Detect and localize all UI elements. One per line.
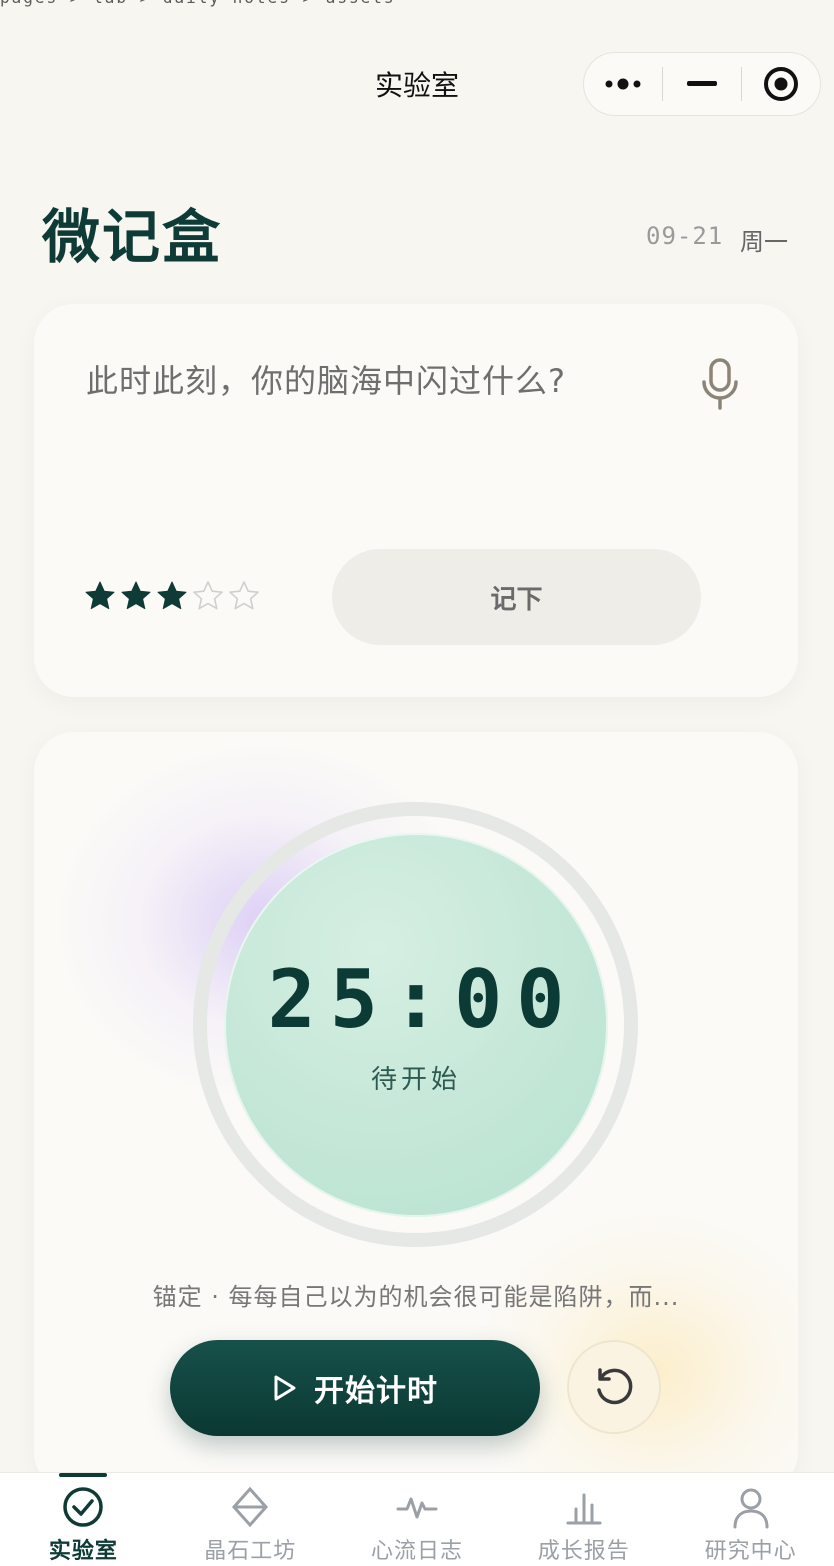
timer-status: 待开始 — [370, 1065, 461, 1095]
note-input[interactable]: 此时此刻，你的脑海中闪过什么? — [86, 356, 566, 402]
timer-quote: 锚定 · 每每自己以为的机会很可能是陷阱，而... — [152, 1283, 680, 1311]
weekday-label: 周一 — [740, 228, 788, 256]
more-dots-icon — [605, 78, 641, 90]
diamond-icon — [232, 1486, 269, 1528]
tab-research-center[interactable]: 研究中心 — [667, 1473, 834, 1566]
date-label: 09-21 — [646, 222, 724, 250]
tab-label: 心流日志 — [370, 1539, 463, 1564]
tab-label: 实验室 — [48, 1539, 118, 1564]
importance-rating[interactable] — [84, 580, 260, 612]
bar-chart-icon — [566, 1493, 602, 1525]
close-miniprogram-button[interactable] — [742, 53, 820, 115]
reset-timer-button[interactable] — [567, 1340, 661, 1434]
tab-lab[interactable]: 实验室 — [0, 1473, 167, 1566]
minus-icon — [687, 81, 717, 86]
timer-dial[interactable]: 25:00 待开始 — [224, 833, 608, 1217]
more-menu-button[interactable] — [584, 53, 662, 115]
star-empty-icon[interactable] — [228, 580, 260, 612]
pulse-icon — [396, 1497, 438, 1519]
page-title: 微记盒 — [42, 203, 223, 271]
microphone-icon — [702, 358, 738, 410]
star-filled-icon[interactable] — [84, 580, 116, 612]
tab-crystal-workshop[interactable]: 晶石工坊 — [167, 1473, 334, 1566]
start-timer-label: 开始计时 — [314, 1375, 438, 1408]
bottom-tab-bar: 实验室 晶石工坊 心流日志 成长报告 研究中心 — [0, 1472, 834, 1566]
app-page: pages > lab > daily-notes > assets 实验室 微 — [0, 0, 834, 1566]
star-empty-icon[interactable] — [192, 580, 224, 612]
save-note-button[interactable]: 记下 — [332, 549, 701, 645]
focus-timer-card: 25:00 待开始 锚定 · 每每自己以为的机会很可能是陷阱，而... 开始计时 — [34, 732, 798, 1492]
note-card: 此时此刻，你的脑海中闪过什么? 记下 — [34, 304, 798, 697]
minimize-button[interactable] — [663, 53, 741, 115]
breadcrumb: pages > lab > daily-notes > assets — [0, 0, 834, 8]
user-icon — [733, 1488, 769, 1529]
target-icon — [764, 67, 798, 101]
start-timer-button[interactable]: 开始计时 — [170, 1340, 540, 1436]
tab-label: 成长报告 — [537, 1539, 630, 1564]
timer-countdown: 25:00 — [267, 953, 579, 1046]
check-circle-icon — [63, 1487, 104, 1527]
tab-growth-report[interactable]: 成长报告 — [500, 1473, 667, 1566]
tab-flow-journal[interactable]: 心流日志 — [334, 1473, 501, 1566]
reset-icon — [597, 1368, 633, 1405]
miniprogram-capsule — [583, 52, 821, 116]
play-icon — [274, 1375, 296, 1401]
star-filled-icon[interactable] — [120, 580, 152, 612]
tab-label: 研究中心 — [704, 1539, 797, 1564]
tab-label: 晶石工坊 — [204, 1539, 297, 1564]
voice-input-button[interactable] — [698, 356, 742, 414]
star-filled-icon[interactable] — [156, 580, 188, 612]
active-tab-indicator — [59, 1473, 108, 1477]
